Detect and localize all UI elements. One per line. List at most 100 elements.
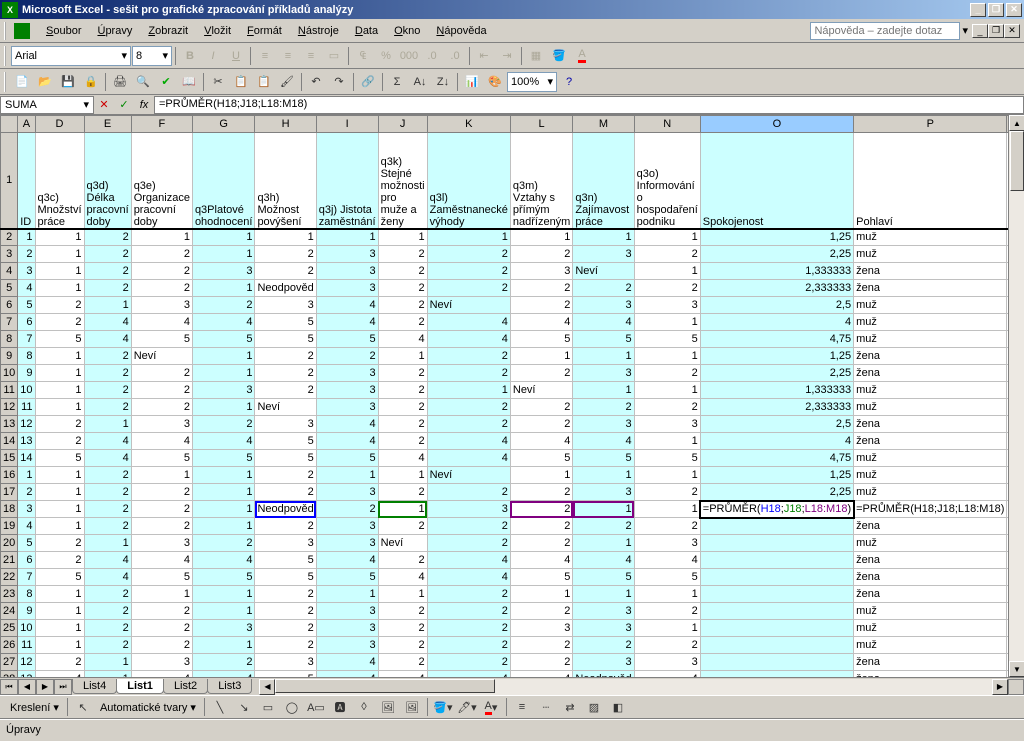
cell[interactable]: Neví — [378, 535, 427, 552]
tab-nav-first[interactable]: ⏮ — [0, 679, 18, 695]
scroll-right-button[interactable]: ▶ — [992, 679, 1008, 695]
print-preview-button[interactable]: 🔍 — [132, 71, 154, 93]
hyperlink-button[interactable]: 🔗 — [357, 71, 379, 93]
cell[interactable]: 5 — [131, 569, 192, 586]
cell[interactable]: 4 — [131, 671, 192, 678]
cell[interactable]: 10 — [18, 620, 35, 637]
column-header-M[interactable]: M — [573, 116, 634, 133]
cell[interactable]: 5 — [131, 331, 192, 348]
align-center-button[interactable]: ≡ — [277, 45, 299, 67]
cancel-formula-button[interactable]: ✕ — [94, 96, 114, 114]
cell[interactable]: 4 — [634, 671, 700, 678]
cell[interactable]: 2 — [131, 399, 192, 416]
cell[interactable]: 2 — [131, 280, 192, 297]
row-header-5[interactable]: 5 — [1, 280, 18, 297]
sheet-tab-List1[interactable]: List1 — [116, 679, 164, 694]
row-header-2[interactable]: 2 — [1, 229, 18, 246]
cell[interactable]: q3k) Stejné možnosti pro muže a ženy — [378, 133, 427, 229]
cell[interactable]: 5 — [510, 569, 572, 586]
cell[interactable]: žena — [854, 433, 1007, 450]
vertical-scrollbar[interactable]: ▲ ▼ — [1008, 115, 1024, 677]
cell[interactable]: q3Platové ohodnocení — [192, 133, 255, 229]
cell[interactable]: 3 — [510, 263, 572, 280]
cell[interactable]: 2 — [255, 365, 316, 382]
cell[interactable]: žena — [854, 280, 1007, 297]
cell[interactable]: 4 — [192, 671, 255, 678]
cell[interactable]: 1 — [192, 586, 255, 603]
currency-button[interactable]: ₠ — [352, 45, 374, 67]
cell[interactable]: 3 — [316, 280, 378, 297]
cell[interactable]: 3 — [255, 297, 316, 314]
cell[interactable]: 2 — [378, 552, 427, 569]
cell[interactable]: 5 — [634, 331, 700, 348]
cell[interactable]: 2 — [255, 467, 316, 484]
cell[interactable]: 3 — [634, 535, 700, 552]
cell[interactable]: 1 — [573, 535, 634, 552]
cell[interactable]: 2 — [427, 263, 510, 280]
cell[interactable]: q3m) Vztahy s přímým nadřízeným — [510, 133, 572, 229]
redo-button[interactable]: ↷ — [328, 71, 350, 93]
row-header-13[interactable]: 13 — [1, 416, 18, 433]
cell[interactable]: 1,25 — [700, 467, 853, 484]
cell[interactable]: 5 — [192, 331, 255, 348]
row-header-3[interactable]: 3 — [1, 246, 18, 263]
cell[interactable]: 4 — [510, 671, 572, 678]
row-header-16[interactable]: 16 — [1, 467, 18, 484]
cell[interactable]: 2,333333 — [700, 280, 853, 297]
decrease-decimal-button[interactable]: .0 — [444, 45, 466, 67]
cell[interactable]: 2 — [378, 365, 427, 382]
row-header-26[interactable]: 26 — [1, 637, 18, 654]
cell[interactable]: 4 — [316, 416, 378, 433]
cell[interactable]: Neví — [510, 382, 572, 399]
cell[interactable]: 1 — [35, 467, 84, 484]
cell[interactable]: 4 — [700, 433, 853, 450]
permissions-button[interactable]: 🔒 — [80, 71, 102, 93]
cell[interactable] — [700, 586, 853, 603]
cell[interactable]: 3 — [316, 263, 378, 280]
cell[interactable]: 2 — [84, 603, 131, 620]
cell[interactable]: 1 — [634, 314, 700, 331]
cell[interactable]: 2 — [131, 382, 192, 399]
cell[interactable]: Neví — [427, 467, 510, 484]
cell[interactable]: 2 — [84, 365, 131, 382]
cell[interactable]: 5 — [510, 450, 572, 467]
cell[interactable] — [700, 671, 853, 678]
doc-restore-button[interactable]: ❐ — [988, 24, 1004, 38]
oval-button[interactable]: ◯ — [281, 696, 303, 718]
cell[interactable]: 4 — [84, 450, 131, 467]
cell[interactable]: 3 — [427, 501, 510, 518]
cell[interactable]: žena — [854, 365, 1007, 382]
cell[interactable]: 2 — [131, 620, 192, 637]
cell[interactable]: 3 — [573, 416, 634, 433]
cell[interactable]: Neví — [255, 399, 316, 416]
cell[interactable]: 4 — [510, 552, 572, 569]
cell[interactable]: 1 — [316, 467, 378, 484]
cell[interactable]: 3 — [18, 263, 35, 280]
cell[interactable] — [700, 603, 853, 620]
draw-menu[interactable]: Kreslení ▾ — [6, 699, 63, 716]
cell[interactable]: 2 — [634, 246, 700, 263]
cell[interactable]: Neodpověd — [573, 671, 634, 678]
cell[interactable]: 13 — [18, 671, 35, 678]
cell[interactable]: 1 — [35, 586, 84, 603]
undo-button[interactable]: ↶ — [305, 71, 327, 93]
cell[interactable]: muž — [854, 314, 1007, 331]
cell[interactable]: 5 — [192, 569, 255, 586]
cell[interactable]: 3 — [573, 297, 634, 314]
row-header-21[interactable]: 21 — [1, 552, 18, 569]
cell[interactable]: 4 — [700, 314, 853, 331]
cell[interactable]: 1 — [316, 229, 378, 246]
cell[interactable]: muž — [854, 467, 1007, 484]
cell[interactable]: 1 — [35, 501, 84, 518]
cell[interactable]: muž — [854, 246, 1007, 263]
cell[interactable]: 1 — [131, 586, 192, 603]
cell[interactable]: 1,25 — [700, 348, 853, 365]
cell[interactable]: 14 — [18, 450, 35, 467]
cell[interactable]: 2 — [378, 620, 427, 637]
cell[interactable]: 1 — [192, 501, 255, 518]
cell[interactable]: 7 — [18, 331, 35, 348]
cell[interactable]: 3 — [131, 416, 192, 433]
menu-soubor[interactable]: Soubor — [38, 23, 89, 39]
row-header-1[interactable]: 1 — [1, 133, 18, 229]
cell[interactable]: žena — [854, 416, 1007, 433]
